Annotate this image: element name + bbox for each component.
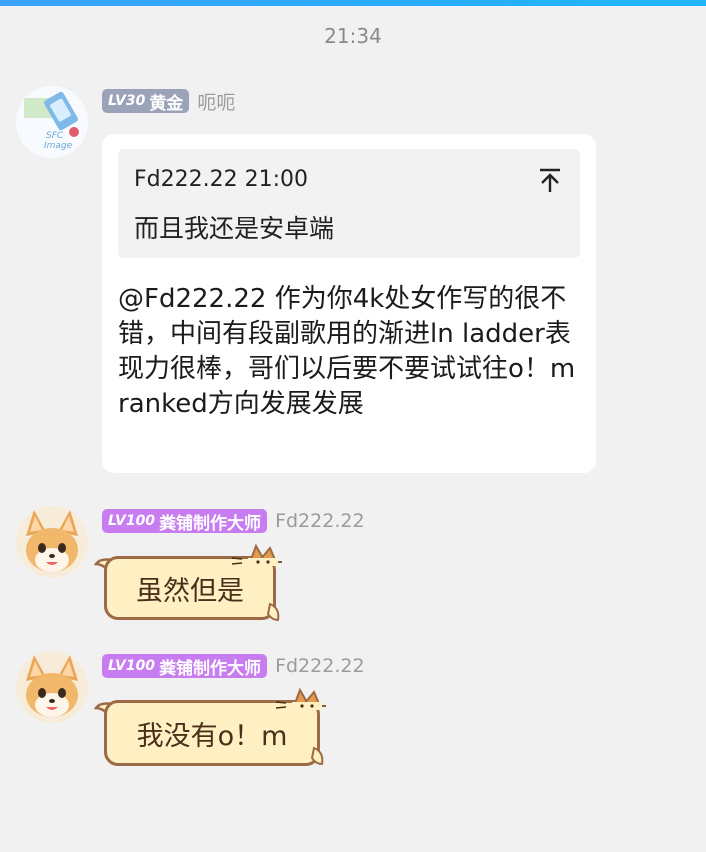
jump-to-top-icon[interactable]	[538, 167, 562, 193]
cat-ears-icon	[275, 687, 326, 710]
sfc-image-avatar-icon: SFC Image	[16, 86, 88, 158]
quoted-header: Fd222.22 21:00	[134, 167, 308, 192]
svg-text:SFC: SFC	[46, 131, 64, 141]
cat-ears-icon	[231, 543, 282, 566]
message-timestamp: 21:34	[324, 24, 382, 48]
level-label: LV100	[108, 658, 156, 674]
svg-text:Image: Image	[44, 141, 73, 151]
rank-title: 粪铺制作大师	[159, 658, 262, 679]
level-label: LV30	[108, 93, 146, 109]
message-text: 虽然但是	[136, 575, 244, 607]
message-bubble[interactable]: Fd222.22 21:00 而且我还是安卓端 @Fd222.22 作为你4k处…	[102, 134, 596, 473]
rank-title: 黄金	[149, 93, 184, 114]
sender-meta: LV100 粪铺制作大师 Fd222.22	[102, 508, 365, 534]
sender-meta: LV30 黄金 呃呃	[102, 88, 235, 114]
avatar[interactable]	[16, 651, 88, 723]
rank-title: 粪铺制作大师	[159, 513, 262, 534]
sender-nickname[interactable]: Fd222.22	[275, 510, 364, 532]
level-badge: LV30 黄金	[102, 89, 190, 114]
level-label: LV100	[108, 513, 156, 529]
bubble-foot-icon	[266, 602, 280, 622]
fox-avatar-icon	[16, 506, 88, 578]
quoted-reply[interactable]: Fd222.22 21:00 而且我还是安卓端	[118, 149, 580, 258]
sender-meta: LV100 粪铺制作大师 Fd222.22	[102, 653, 365, 679]
fox-avatar-icon	[16, 651, 88, 723]
top-accent-bar	[0, 0, 706, 6]
message-text: 我没有o！m	[136, 720, 288, 752]
level-badge: LV100 粪铺制作大师	[102, 654, 268, 679]
quoted-text: 而且我还是安卓端	[134, 214, 335, 243]
avatar[interactable]: SFC Image	[16, 86, 88, 158]
bubble-foot-icon	[310, 746, 324, 766]
message-text: @Fd222.22 作为你4k处女作写的很不错，中间有段副歌用的渐进ln lad…	[118, 284, 576, 419]
avatar[interactable]	[16, 506, 88, 578]
sender-nickname[interactable]: Fd222.22	[275, 655, 364, 677]
level-badge: LV100 粪铺制作大师	[102, 509, 268, 534]
sender-nickname[interactable]: 呃呃	[197, 88, 235, 115]
